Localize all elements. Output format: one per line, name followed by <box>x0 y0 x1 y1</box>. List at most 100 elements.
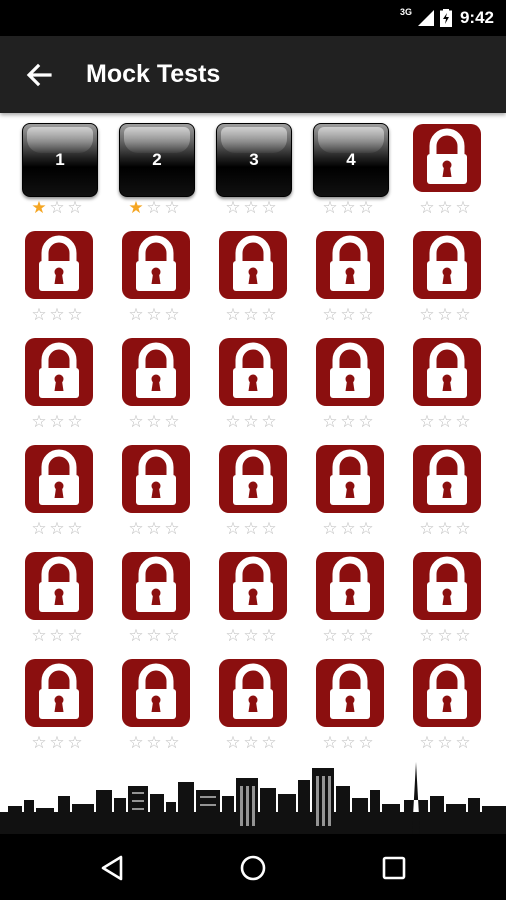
star-empty-icon: ☆ <box>164 412 180 431</box>
locked-level-button[interactable] <box>413 659 481 727</box>
star-empty-icon: ☆ <box>261 626 277 645</box>
padlock-icon <box>136 342 176 398</box>
locked-level-button[interactable] <box>413 124 481 192</box>
locked-level-button[interactable] <box>219 338 287 406</box>
level-number: 1 <box>55 150 65 169</box>
padlock-icon <box>427 128 467 184</box>
locked-level-button[interactable] <box>25 445 93 513</box>
star-rating: ☆ ☆ ☆ <box>30 413 90 431</box>
star-empty-icon: ☆ <box>164 305 180 324</box>
locked-level-button[interactable] <box>413 445 481 513</box>
star-empty-icon: ☆ <box>322 733 338 752</box>
star-empty-icon: ☆ <box>67 198 83 217</box>
star-empty-icon: ☆ <box>49 519 65 538</box>
locked-level-button[interactable] <box>122 445 190 513</box>
star-empty-icon: ☆ <box>358 305 374 324</box>
level-cell: ☆ ☆ ☆ <box>20 327 100 435</box>
star-empty-icon: ☆ <box>340 733 356 752</box>
padlock-icon <box>427 663 467 719</box>
locked-level-button[interactable] <box>25 231 93 299</box>
back-button[interactable] <box>22 58 56 92</box>
padlock-icon <box>330 663 370 719</box>
star-empty-icon: ☆ <box>437 519 453 538</box>
back-triangle-icon <box>101 855 123 881</box>
star-empty-icon: ☆ <box>31 412 47 431</box>
star-empty-icon: ☆ <box>146 412 162 431</box>
star-rating: ☆ ☆ ☆ <box>224 413 284 431</box>
star-rating: ☆ ☆ ☆ <box>30 306 90 324</box>
locked-level-button[interactable] <box>316 231 384 299</box>
locked-level-button[interactable] <box>122 659 190 727</box>
star-empty-icon: ☆ <box>340 626 356 645</box>
level-button[interactable]: 2 <box>119 123 195 197</box>
star-empty-icon: ☆ <box>358 412 374 431</box>
padlock-icon <box>330 235 370 291</box>
battery-icon <box>439 9 452 27</box>
star-rating: ☆ ☆ ☆ <box>321 306 381 324</box>
locked-level-button[interactable] <box>413 552 481 620</box>
star-empty-icon: ☆ <box>31 733 47 752</box>
level-button[interactable]: 1 <box>22 123 98 197</box>
level-cell: ☆ ☆ ☆ <box>214 434 294 542</box>
star-empty-icon: ☆ <box>146 626 162 645</box>
locked-level-button[interactable] <box>122 552 190 620</box>
star-empty-icon: ☆ <box>146 305 162 324</box>
star-empty-icon: ☆ <box>225 626 241 645</box>
star-empty-icon: ☆ <box>67 733 83 752</box>
padlock-icon <box>427 449 467 505</box>
locked-level-button[interactable] <box>219 552 287 620</box>
locked-level-button[interactable] <box>316 445 384 513</box>
locked-level-button[interactable] <box>413 231 481 299</box>
star-empty-icon: ☆ <box>340 519 356 538</box>
star-empty-icon: ☆ <box>261 733 277 752</box>
locked-level-button[interactable] <box>122 231 190 299</box>
locked-level-button[interactable] <box>219 445 287 513</box>
locked-level-button[interactable] <box>219 659 287 727</box>
level-button[interactable]: 3 <box>216 123 292 197</box>
star-rating: ☆ ☆ ☆ <box>321 734 381 752</box>
star-empty-icon: ☆ <box>322 626 338 645</box>
star-empty-icon: ☆ <box>455 198 471 217</box>
star-empty-icon: ☆ <box>261 412 277 431</box>
locked-level-button[interactable] <box>413 338 481 406</box>
star-empty-icon: ☆ <box>164 519 180 538</box>
padlock-icon <box>427 235 467 291</box>
star-filled-icon: ★ <box>31 198 47 217</box>
locked-level-button[interactable] <box>316 659 384 727</box>
padlock-icon <box>330 556 370 612</box>
locked-level-button[interactable] <box>316 338 384 406</box>
star-empty-icon: ☆ <box>419 733 435 752</box>
star-rating: ☆ ☆ ☆ <box>127 734 187 752</box>
padlock-icon <box>233 663 273 719</box>
locked-level-button[interactable] <box>316 552 384 620</box>
star-empty-icon: ☆ <box>455 412 471 431</box>
locked-level-button[interactable] <box>25 659 93 727</box>
locked-level-button[interactable] <box>219 231 287 299</box>
nav-home-button[interactable] <box>236 851 270 885</box>
star-empty-icon: ☆ <box>243 733 259 752</box>
star-rating: ☆ ☆ ☆ <box>418 199 478 217</box>
star-rating: ☆ ☆ ☆ <box>321 199 381 217</box>
locked-level-button[interactable] <box>25 552 93 620</box>
nav-back-button[interactable] <box>95 851 129 885</box>
star-empty-icon: ☆ <box>419 626 435 645</box>
padlock-icon <box>39 235 79 291</box>
level-button[interactable]: 4 <box>313 123 389 197</box>
level-cell: ☆ ☆ ☆ <box>214 541 294 649</box>
locked-level-button[interactable] <box>122 338 190 406</box>
page-title: Mock Tests <box>86 60 221 88</box>
level-cell: ☆ ☆ ☆ <box>311 220 391 328</box>
star-empty-icon: ☆ <box>67 412 83 431</box>
star-empty-icon: ☆ <box>146 733 162 752</box>
star-empty-icon: ☆ <box>128 412 144 431</box>
padlock-icon <box>136 235 176 291</box>
star-rating: ☆ ☆ ☆ <box>224 520 284 538</box>
star-empty-icon: ☆ <box>225 412 241 431</box>
star-empty-icon: ☆ <box>340 412 356 431</box>
locked-level-button[interactable] <box>25 338 93 406</box>
star-empty-icon: ☆ <box>437 626 453 645</box>
level-cell: ☆ ☆ ☆ <box>20 434 100 542</box>
star-empty-icon: ☆ <box>225 305 241 324</box>
nav-recents-button[interactable] <box>377 851 411 885</box>
level-cell: ☆ ☆ ☆ <box>117 327 197 435</box>
